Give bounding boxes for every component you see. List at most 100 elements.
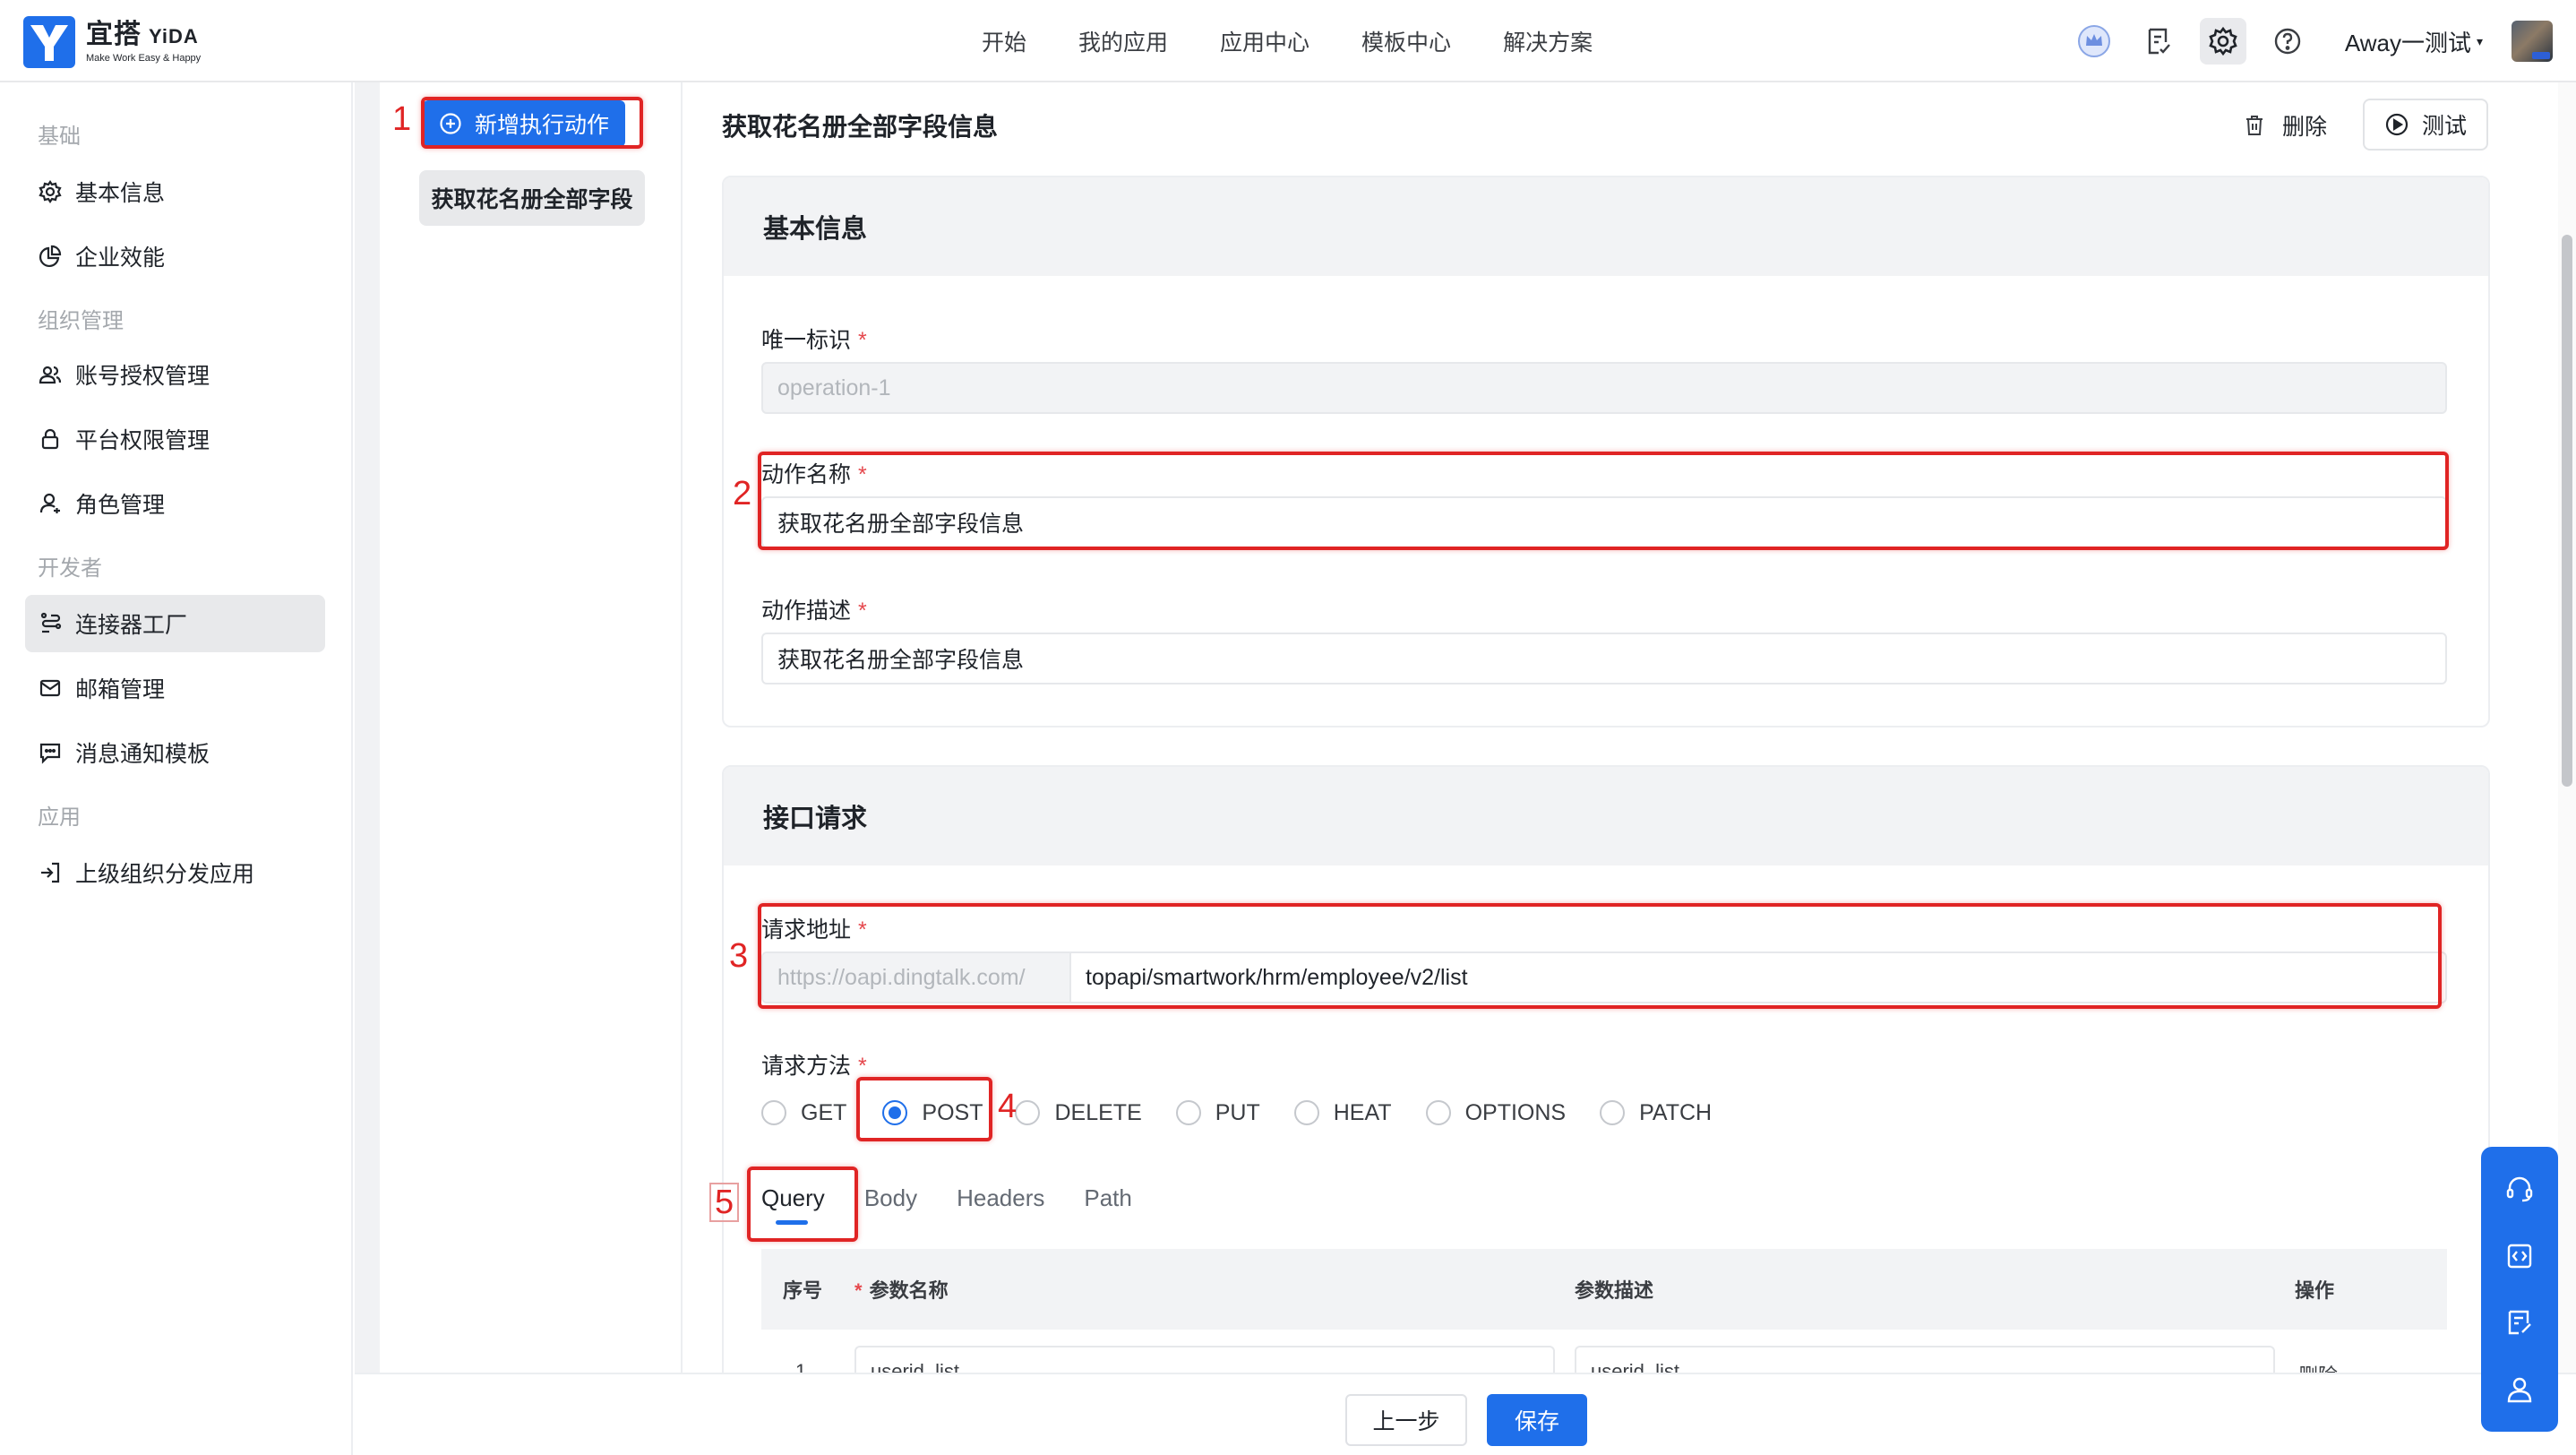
settings-sidebar: 基础 基本信息 企业效能 组织管理 账号授权管理 平台权限管理 角色管理 开发者 <box>0 82 353 1455</box>
nav-start[interactable]: 开始 <box>982 25 1026 57</box>
required-mark: * <box>858 462 867 487</box>
row-index: 1 <box>795 1360 807 1373</box>
method-radio-options[interactable]: OPTIONS <box>1425 1100 1566 1126</box>
required-mark: * <box>858 1054 867 1079</box>
nav-my-apps[interactable]: 我的应用 <box>1078 25 1168 57</box>
sidebar-item-platform-permission[interactable]: 平台权限管理 <box>25 410 325 468</box>
annotation-number-1: 1 <box>392 100 412 138</box>
required-mark: * <box>858 328 867 353</box>
sidebar-item-parent-org-distribute[interactable]: 上级组织分发应用 <box>25 844 325 901</box>
header-actions: Away一测试 ▾ <box>2053 0 2553 82</box>
top-header: 宜搭 YiDA Make Work Easy & Happy 开始 我的应用 应用… <box>0 0 2576 82</box>
delete-button[interactable]: 删除 <box>2243 100 2327 151</box>
method-radio-post[interactable]: POST <box>882 1100 983 1126</box>
action-name-field[interactable]: 获取花名册全部字段信息 <box>761 496 2447 548</box>
user-name[interactable]: Away一测试 <box>2345 25 2471 58</box>
code-icon[interactable] <box>2500 1236 2539 1276</box>
trash-icon <box>2246 116 2263 135</box>
chevron-down-icon[interactable]: ▾ <box>2477 34 2483 49</box>
gear-icon[interactable] <box>2199 18 2246 65</box>
sidebar-item-role[interactable]: 角色管理 <box>25 475 325 532</box>
col-action: 操作 <box>2295 1279 2335 1302</box>
page-title: 获取花名册全部字段信息 <box>722 113 999 141</box>
column-gap <box>355 82 380 1373</box>
param-desc-input[interactable]: userid_list <box>1575 1346 2275 1373</box>
crown-icon[interactable] <box>2071 18 2117 65</box>
tab-headers[interactable]: Headers <box>957 1177 1044 1212</box>
action-name-label: 动作名称 * <box>761 462 867 487</box>
radio-circle <box>1175 1100 1201 1125</box>
yida-logo[interactable]: 宜搭 YiDA Make Work Easy & Happy <box>23 16 201 68</box>
annotation-number-5: 5 <box>709 1183 740 1222</box>
sidebar-item-label: 消息通知模板 <box>75 742 210 767</box>
avatar[interactable] <box>2512 21 2553 62</box>
row-delete-button[interactable]: 删除 <box>2298 1360 2338 1373</box>
sidebar-item-message-template[interactable]: 消息通知模板 <box>25 724 325 781</box>
top-nav: 开始 我的应用 应用中心 模板中心 解决方案 <box>982 0 1644 82</box>
annotation-number-3: 3 <box>729 937 749 975</box>
scroll-thumb[interactable] <box>2562 235 2572 787</box>
yida-logo-icon <box>23 16 75 68</box>
action-desc-label: 动作描述 * <box>761 598 867 624</box>
method-radio-heat[interactable]: HEAT <box>1293 1100 1392 1126</box>
gear-icon <box>38 179 63 204</box>
prev-step-button[interactable]: 上一步 <box>1345 1394 1467 1446</box>
tab-path[interactable]: Path <box>1084 1177 1132 1212</box>
sidebar-item-label: 基本信息 <box>75 181 166 206</box>
sidebar-item-label: 平台权限管理 <box>75 428 210 453</box>
task-icon[interactable] <box>2135 18 2182 65</box>
tab-query[interactable]: Query <box>761 1177 825 1225</box>
save-button[interactable]: 保存 <box>1487 1394 1587 1446</box>
sidebar-item-efficiency[interactable]: 企业效能 <box>25 228 325 285</box>
sidebar-item-account-auth[interactable]: 账号授权管理 <box>25 346 325 403</box>
param-tabs: Query Body Headers Path <box>761 1177 1172 1231</box>
method-label: 请求方法 * <box>761 1054 867 1079</box>
action-item[interactable]: 获取花名册全部字段 <box>419 170 645 226</box>
nav-solutions[interactable]: 解决方案 <box>1503 25 1593 57</box>
connector-icon <box>38 611 63 636</box>
nav-template-center[interactable]: 模板中心 <box>1361 25 1451 57</box>
request-url-field: https://oapi.dingtalk.com/ topapi/smartw… <box>761 951 2447 1003</box>
sidebar-item-mailbox[interactable]: 邮箱管理 <box>25 659 325 717</box>
col-param-desc: 参数描述 <box>1575 1279 1654 1302</box>
method-radio-get[interactable]: GET <box>761 1100 846 1126</box>
url-path-input[interactable]: topapi/smartwork/hrm/employee/v2/list <box>1071 953 2445 1002</box>
query-param-table: 序号 * 参数名称 参数描述 操作 1 userid_list userid_li… <box>761 1249 2447 1373</box>
method-radio-delete[interactable]: DELETE <box>1015 1100 1142 1126</box>
url-label: 请求地址 * <box>761 917 867 943</box>
group-org: 组织管理 <box>38 309 124 333</box>
feedback-icon[interactable] <box>2500 1303 2539 1342</box>
group-app: 应用 <box>38 805 81 830</box>
url-prefix: https://oapi.dingtalk.com/ <box>763 953 1071 1002</box>
method-radio-put[interactable]: PUT <box>1175 1100 1260 1126</box>
page-scrollbar[interactable] <box>2558 82 2576 1373</box>
add-action-label: 新增执行动作 <box>474 113 609 138</box>
help-icon[interactable] <box>2264 18 2311 65</box>
radio-circle <box>761 1100 786 1125</box>
sidebar-item-label: 角色管理 <box>75 493 166 518</box>
request-title: 接口请求 <box>724 767 2488 865</box>
add-action-button[interactable]: 新增执行动作 <box>423 100 625 147</box>
sidebar-item-connector-factory[interactable]: 连接器工厂 <box>25 595 325 652</box>
required-mark: * <box>858 917 867 943</box>
footer-bar: 上一步 保存 <box>355 1373 2576 1455</box>
action-desc-field[interactable]: 获取花名册全部字段信息 <box>761 633 2447 684</box>
contact-icon[interactable] <box>2500 1370 2539 1409</box>
sidebar-item-label: 连接器工厂 <box>75 613 188 638</box>
required-mark: * <box>854 1279 863 1302</box>
users-icon <box>38 362 63 387</box>
action-editor: 获取花名册全部字段信息 删除 测试 基本信息 唯一标识 * operation-1… <box>684 82 2576 1392</box>
test-label: 测试 <box>2421 114 2467 139</box>
annotation-number-4: 4 <box>998 1088 1018 1125</box>
tab-body[interactable]: Body <box>864 1177 917 1212</box>
test-button[interactable]: 测试 <box>2363 99 2488 151</box>
delete-label: 删除 <box>2282 115 2328 140</box>
headset-icon[interactable] <box>2500 1169 2539 1209</box>
annotation-number-2: 2 <box>733 475 752 512</box>
sidebar-item-basic-info[interactable]: 基本信息 <box>25 163 325 220</box>
group-dev: 开发者 <box>38 556 102 581</box>
nav-app-center[interactable]: 应用中心 <box>1220 25 1309 57</box>
required-mark: * <box>858 598 867 624</box>
param-name-input[interactable]: userid_list <box>854 1346 1555 1373</box>
method-radio-patch[interactable]: PATCH <box>1600 1100 1712 1126</box>
